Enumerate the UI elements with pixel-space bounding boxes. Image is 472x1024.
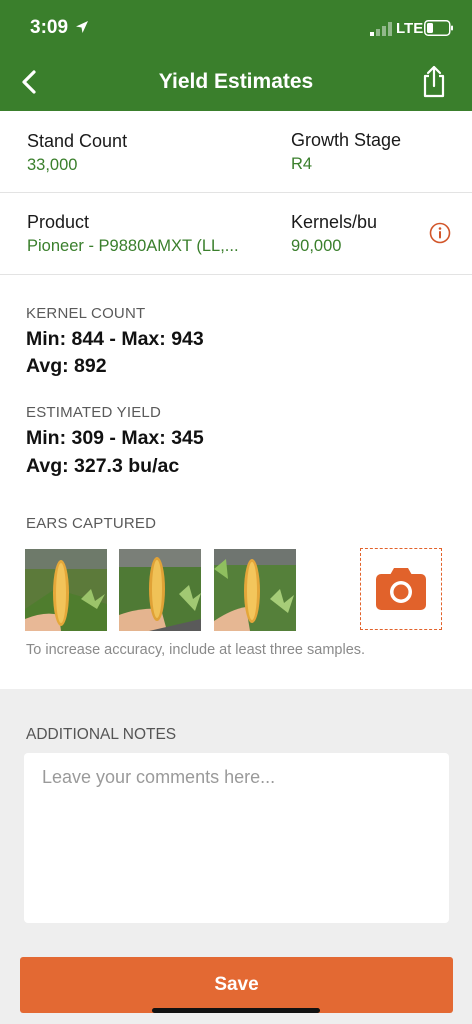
ear-photo-2[interactable] xyxy=(119,549,201,631)
product-value: Pioneer - P9880AMXT (LL,... xyxy=(27,237,239,255)
ear-photo-3[interactable] xyxy=(214,549,296,631)
share-icon[interactable] xyxy=(420,64,448,98)
notes-label: ADDITIONAL NOTES xyxy=(26,726,177,743)
cellular-signal-icon xyxy=(370,22,392,36)
estimated-yield-label: ESTIMATED YIELD xyxy=(26,404,161,421)
corn-ear-photo-icon xyxy=(214,549,296,631)
growth-stage-value: R4 xyxy=(291,155,313,173)
estimated-yield-avg: Avg: 327.3 bu/ac xyxy=(26,455,180,477)
kernel-count-avg: Avg: 892 xyxy=(26,355,107,377)
network-label: LTE xyxy=(396,20,424,37)
stand-count-field: Stand Count 33,000 xyxy=(27,131,127,175)
product-label: Product xyxy=(27,212,90,232)
accuracy-hint: To increase accuracy, include at least t… xyxy=(26,642,366,658)
page-title: Yield Estimates xyxy=(158,70,314,93)
battery-icon xyxy=(424,20,453,36)
growth-stage-field: Growth Stage R4 xyxy=(291,130,401,174)
notes-textarea[interactable] xyxy=(24,753,449,923)
corn-ear-photo-icon xyxy=(119,549,201,631)
kernels-bu-field[interactable]: Kernels/bu 90,000 xyxy=(291,212,377,256)
product-field[interactable]: Product Pioneer - P9880AMXT (LL,... xyxy=(27,212,239,256)
info-icon[interactable] xyxy=(429,222,451,244)
stand-count-label: Stand Count xyxy=(27,131,128,151)
home-indicator xyxy=(152,1008,320,1013)
stand-count-value: 33,000 xyxy=(27,156,78,174)
save-button[interactable]: Save xyxy=(20,957,453,1013)
ear-photo-1[interactable] xyxy=(25,549,107,631)
info-row-stand-growth: Stand Count 33,000 Growth Stage R4 xyxy=(0,111,472,193)
kernel-count-range: Min: 844 - Max: 943 xyxy=(26,328,204,350)
add-photo-button[interactable] xyxy=(360,548,442,630)
kernels-bu-value: 90,000 xyxy=(291,237,342,255)
camera-icon xyxy=(376,568,426,610)
app-header: 3:09 LTE Yield Estimates xyxy=(0,0,472,111)
location-arrow-icon xyxy=(76,21,88,33)
status-bar: 3:09 LTE xyxy=(0,0,472,56)
ears-captured-label: EARS CAPTURED xyxy=(26,515,157,532)
kernels-bu-label: Kernels/bu xyxy=(291,212,378,232)
kernel-count-label: KERNEL COUNT xyxy=(26,305,146,322)
info-row-product-kernels: Product Pioneer - P9880AMXT (LL,... Kern… xyxy=(0,193,472,275)
estimated-yield-range: Min: 309 - Max: 345 xyxy=(26,427,204,449)
growth-stage-label: Growth Stage xyxy=(291,130,402,150)
corn-ear-photo-icon xyxy=(25,549,107,631)
status-time: 3:09 xyxy=(30,17,69,38)
